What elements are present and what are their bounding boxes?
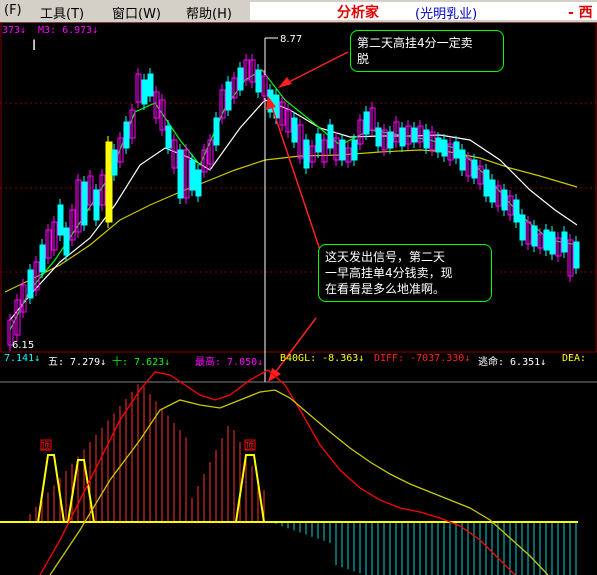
high-price-label: 8.77 [280, 34, 302, 45]
candle [189, 159, 196, 191]
ind-value-1: 7.141↓ [4, 353, 41, 364]
candle [411, 127, 418, 143]
candle [291, 117, 298, 143]
candle [141, 79, 148, 105]
macd-histogram [23, 384, 577, 575]
ind-shi: 十: 7.623↓ [112, 357, 171, 368]
ind-dea: DEA: [562, 353, 587, 364]
candle [459, 149, 466, 171]
candle [519, 214, 526, 241]
candle [501, 189, 508, 211]
candle [375, 127, 382, 147]
candle [543, 229, 550, 251]
callout-top: 第二天高挂4分一定卖 脱 [350, 30, 504, 72]
candle [339, 139, 346, 161]
candle [387, 131, 394, 149]
menu-tools[interactable]: 工具(T) [40, 3, 84, 22]
low-price-label: 6.15 [12, 340, 34, 351]
candle [399, 127, 406, 147]
top-marker-2: 顶 [245, 441, 254, 452]
candle [303, 139, 310, 169]
candle [573, 241, 580, 269]
candle [423, 129, 430, 149]
dea-line [49, 389, 549, 575]
candle [165, 125, 172, 149]
candle [441, 139, 448, 157]
candle [225, 81, 232, 111]
candle [111, 149, 118, 176]
candle [453, 141, 460, 159]
candle [123, 121, 130, 149]
title-right-fragment: - 西 [568, 5, 593, 21]
ind-diff: DIFF: -7037.330↓ [374, 353, 471, 364]
candle [81, 181, 88, 226]
candle [105, 141, 113, 223]
callout-bottom: 这天发出信号，第二天 一早高挂单4分钱卖，现 在看看是多么地准啊。 [318, 244, 492, 302]
candle [93, 189, 100, 221]
indicator-bar: 7.141↓ 五: 7.279↓ 十: 7.623↓ 最高: 7.050↓ B4… [0, 352, 597, 368]
candle [531, 225, 538, 247]
candle [561, 231, 568, 253]
candle [39, 244, 46, 273]
stock-chart[interactable]: 373↓ M3: 6.973↓ I 8.77 6.15 顶 顶 [0, 22, 597, 575]
candle [27, 269, 34, 299]
ind-b40gl: B40GL: -8.363↓ [280, 353, 365, 364]
candle [63, 227, 70, 256]
candlesticks [7, 54, 580, 351]
candle [195, 169, 202, 197]
m3-label: M3: 6.973↓ [38, 25, 98, 36]
candle [471, 159, 478, 179]
menu-file[interactable]: (F) [4, 3, 22, 18]
top-marker-1: 顶 [41, 441, 50, 452]
ind-taoming: 逃命: 6.351↓ [478, 357, 547, 368]
menu-help[interactable]: 帮助(H) [186, 3, 232, 22]
candle [513, 199, 520, 223]
candle [255, 69, 262, 93]
menu-bar: (F) 工具(T) 窗口(W) 帮助(H) 分析家 (光明乳业) - 西 [0, 0, 597, 23]
candle [351, 139, 358, 161]
candle [147, 73, 154, 97]
menu-window[interactable]: 窗口(W) [112, 3, 161, 22]
candle [315, 133, 322, 153]
title-banner: 分析家 (光明乳业) - 西 [250, 2, 597, 22]
ma-label-left: 373↓ [2, 25, 26, 36]
app-name: 分析家 [337, 5, 379, 21]
candle [363, 111, 370, 135]
candle [549, 231, 556, 255]
candle [57, 204, 64, 236]
ind-wu: 五: 7.279↓ [48, 357, 107, 368]
candle [177, 149, 184, 199]
arrow-top-head-icon [278, 77, 292, 88]
candle [327, 124, 334, 149]
ind-zuigao: 最高: 7.050↓ [195, 357, 264, 368]
arrow-top-shaft [284, 51, 349, 85]
candle [237, 67, 244, 91]
stock-name: (光明乳业) [415, 7, 478, 22]
candle [213, 117, 220, 146]
candle [435, 137, 442, 153]
candle [483, 169, 490, 197]
text-cursor-icon: I [32, 38, 36, 54]
candle [489, 179, 496, 203]
